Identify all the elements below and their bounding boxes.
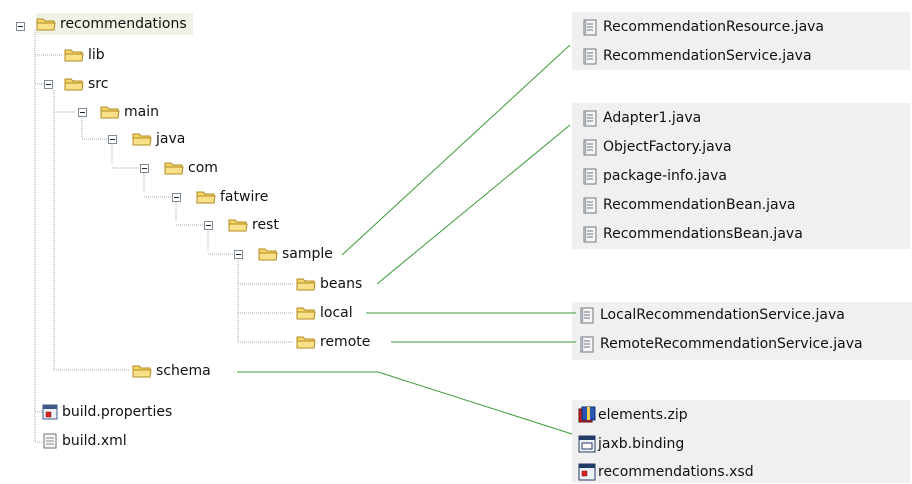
tree-node-lib[interactable]: lib bbox=[64, 44, 105, 66]
folder-icon bbox=[164, 160, 184, 176]
file-label: RecommendationService.java bbox=[603, 48, 812, 64]
file-item[interactable]: RecommendationBean.java bbox=[583, 193, 795, 217]
file-item[interactable]: RemoteRecommendationService.java bbox=[580, 332, 863, 356]
tree-node-label: remote bbox=[320, 334, 371, 350]
tree-node-com[interactable]: com bbox=[164, 157, 218, 179]
folder-icon bbox=[36, 16, 56, 32]
file-item[interactable]: Adapter1.java bbox=[583, 106, 701, 130]
folder-icon bbox=[132, 363, 152, 379]
file-label: jaxb.binding bbox=[598, 436, 685, 452]
config-file-icon bbox=[578, 435, 596, 453]
tree-node-fatwire[interactable]: fatwire bbox=[196, 186, 268, 208]
folder-icon bbox=[132, 131, 152, 147]
config-file-icon bbox=[42, 404, 58, 420]
zip-file-icon bbox=[578, 406, 596, 423]
tree-node-rest[interactable]: rest bbox=[228, 214, 279, 236]
tree-node-local[interactable]: local bbox=[296, 302, 353, 324]
folder-icon bbox=[258, 246, 278, 262]
folder-icon bbox=[196, 189, 216, 205]
java-file-icon bbox=[583, 197, 597, 214]
collapse-icon[interactable] bbox=[16, 22, 25, 31]
file-item[interactable]: recommendations.xsd bbox=[578, 460, 754, 484]
file-label: RecommendationBean.java bbox=[603, 197, 796, 213]
file-label: ObjectFactory.java bbox=[603, 139, 732, 155]
collapse-icon[interactable] bbox=[140, 164, 149, 173]
tree-node-label: local bbox=[320, 305, 353, 321]
tree-node-recommendations[interactable]: recommendations bbox=[36, 13, 193, 35]
connector-beans bbox=[376, 124, 571, 285]
tree-node-schema[interactable]: schema bbox=[132, 360, 211, 382]
tree-node-build-properties[interactable]: build.properties bbox=[42, 401, 172, 423]
file-label: elements.zip bbox=[598, 407, 688, 423]
folder-icon bbox=[296, 276, 316, 292]
collapse-icon[interactable] bbox=[108, 135, 117, 144]
tree-node-remote[interactable]: remote bbox=[296, 331, 370, 353]
java-file-icon bbox=[583, 110, 597, 127]
collapse-icon[interactable] bbox=[234, 250, 243, 259]
folder-icon bbox=[64, 47, 84, 63]
file-label: RecommendationsBean.java bbox=[603, 226, 803, 242]
tree-node-label: src bbox=[88, 76, 109, 92]
connector-schema bbox=[237, 371, 573, 435]
tree-node-java[interactable]: java bbox=[132, 128, 185, 150]
tree-node-src[interactable]: src bbox=[64, 73, 108, 95]
file-label: Adapter1.java bbox=[603, 110, 702, 126]
tree-node-label: rest bbox=[252, 217, 279, 233]
xml-file-icon bbox=[43, 433, 57, 449]
folder-icon bbox=[228, 217, 248, 233]
file-item[interactable]: LocalRecommendationService.java bbox=[580, 303, 845, 327]
java-file-icon bbox=[580, 336, 594, 353]
file-item[interactable]: package-info.java bbox=[583, 164, 727, 188]
tree-node-label: recommendations bbox=[60, 16, 187, 32]
tree-node-label: lib bbox=[88, 47, 105, 63]
tree-node-main[interactable]: main bbox=[100, 101, 159, 123]
file-item[interactable]: ObjectFactory.java bbox=[583, 135, 732, 159]
collapse-icon[interactable] bbox=[78, 108, 87, 117]
tree-node-label: fatwire bbox=[220, 189, 269, 205]
config-file-icon bbox=[578, 463, 596, 481]
tree-node-build-xml[interactable]: build.xml bbox=[42, 430, 127, 452]
tree-node-label: schema bbox=[156, 363, 211, 379]
folder-icon bbox=[100, 104, 120, 120]
folder-icon bbox=[64, 76, 84, 92]
file-item[interactable]: RecommendationService.java bbox=[583, 44, 812, 68]
folder-icon bbox=[296, 334, 316, 350]
tree-node-label: beans bbox=[320, 276, 363, 292]
file-label: package-info.java bbox=[603, 168, 727, 184]
tree-node-label: sample bbox=[282, 246, 333, 262]
tree-node-label: build.xml bbox=[62, 433, 127, 449]
java-file-icon bbox=[580, 307, 594, 324]
tree-node-sample[interactable]: sample bbox=[258, 243, 333, 265]
file-label: recommendations.xsd bbox=[598, 464, 754, 480]
file-item[interactable]: elements.zip bbox=[578, 403, 688, 427]
java-file-icon bbox=[583, 168, 597, 185]
tree-node-label: com bbox=[188, 160, 218, 176]
java-file-icon bbox=[583, 226, 597, 243]
tree-node-label: main bbox=[124, 104, 159, 120]
java-file-icon bbox=[583, 48, 597, 65]
connector-sample bbox=[341, 44, 571, 256]
collapse-icon[interactable] bbox=[204, 221, 213, 230]
file-label: LocalRecommendationService.java bbox=[600, 307, 845, 323]
file-item[interactable]: RecommendationResource.java bbox=[583, 15, 824, 39]
file-label: RecommendationResource.java bbox=[603, 19, 825, 35]
file-label: RemoteRecommendationService.java bbox=[600, 336, 863, 352]
file-item[interactable]: jaxb.binding bbox=[578, 432, 684, 456]
java-file-icon bbox=[583, 139, 597, 156]
file-item[interactable]: RecommendationsBean.java bbox=[583, 222, 803, 246]
java-file-icon bbox=[583, 19, 597, 36]
tree-node-label: java bbox=[156, 131, 186, 147]
tree-node-beans[interactable]: beans bbox=[296, 273, 362, 295]
collapse-icon[interactable] bbox=[44, 80, 53, 89]
folder-icon bbox=[296, 305, 316, 321]
collapse-icon[interactable] bbox=[172, 193, 181, 202]
tree-node-label: build.properties bbox=[62, 404, 173, 420]
